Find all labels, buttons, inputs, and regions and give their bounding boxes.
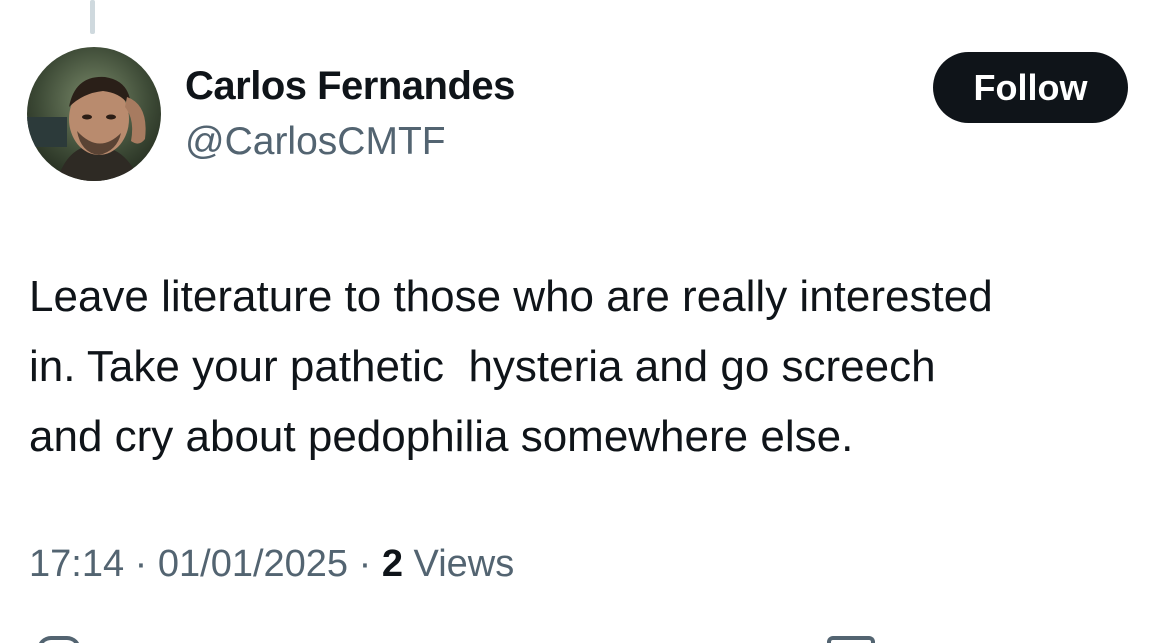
- follow-button[interactable]: Follow: [933, 52, 1128, 123]
- meta-separator: ·: [358, 543, 372, 585]
- meta-separator: ·: [134, 543, 148, 585]
- author-handle[interactable]: @CarlosCMTF: [185, 120, 446, 164]
- avatar[interactable]: [27, 47, 161, 181]
- tweet-text: Leave literature to those who are really…: [29, 262, 1154, 472]
- tweet-time[interactable]: 17:14: [29, 543, 124, 585]
- tweet-date[interactable]: 01/01/2025: [158, 543, 348, 585]
- views-count: 2: [381, 543, 403, 585]
- bookmark-icon[interactable]: [827, 636, 875, 643]
- tweet-text-line: in. Take your pathetic hysteria and go s…: [29, 342, 936, 391]
- reply-icon[interactable]: [37, 636, 81, 643]
- author-display-name[interactable]: Carlos Fernandes: [185, 64, 515, 109]
- tweet-detail: Carlos Fernandes @CarlosCMTF Follow Leav…: [0, 0, 1158, 643]
- thread-connector-line: [90, 0, 95, 34]
- tweet-text-line: Leave literature to those who are really…: [29, 272, 993, 321]
- views-label: Views: [413, 543, 515, 585]
- tweet-meta: 17:14 · 01/01/2025 · 2 Views: [29, 543, 514, 586]
- tweet-text-line: and cry about pedophilia somewhere else.: [29, 412, 854, 461]
